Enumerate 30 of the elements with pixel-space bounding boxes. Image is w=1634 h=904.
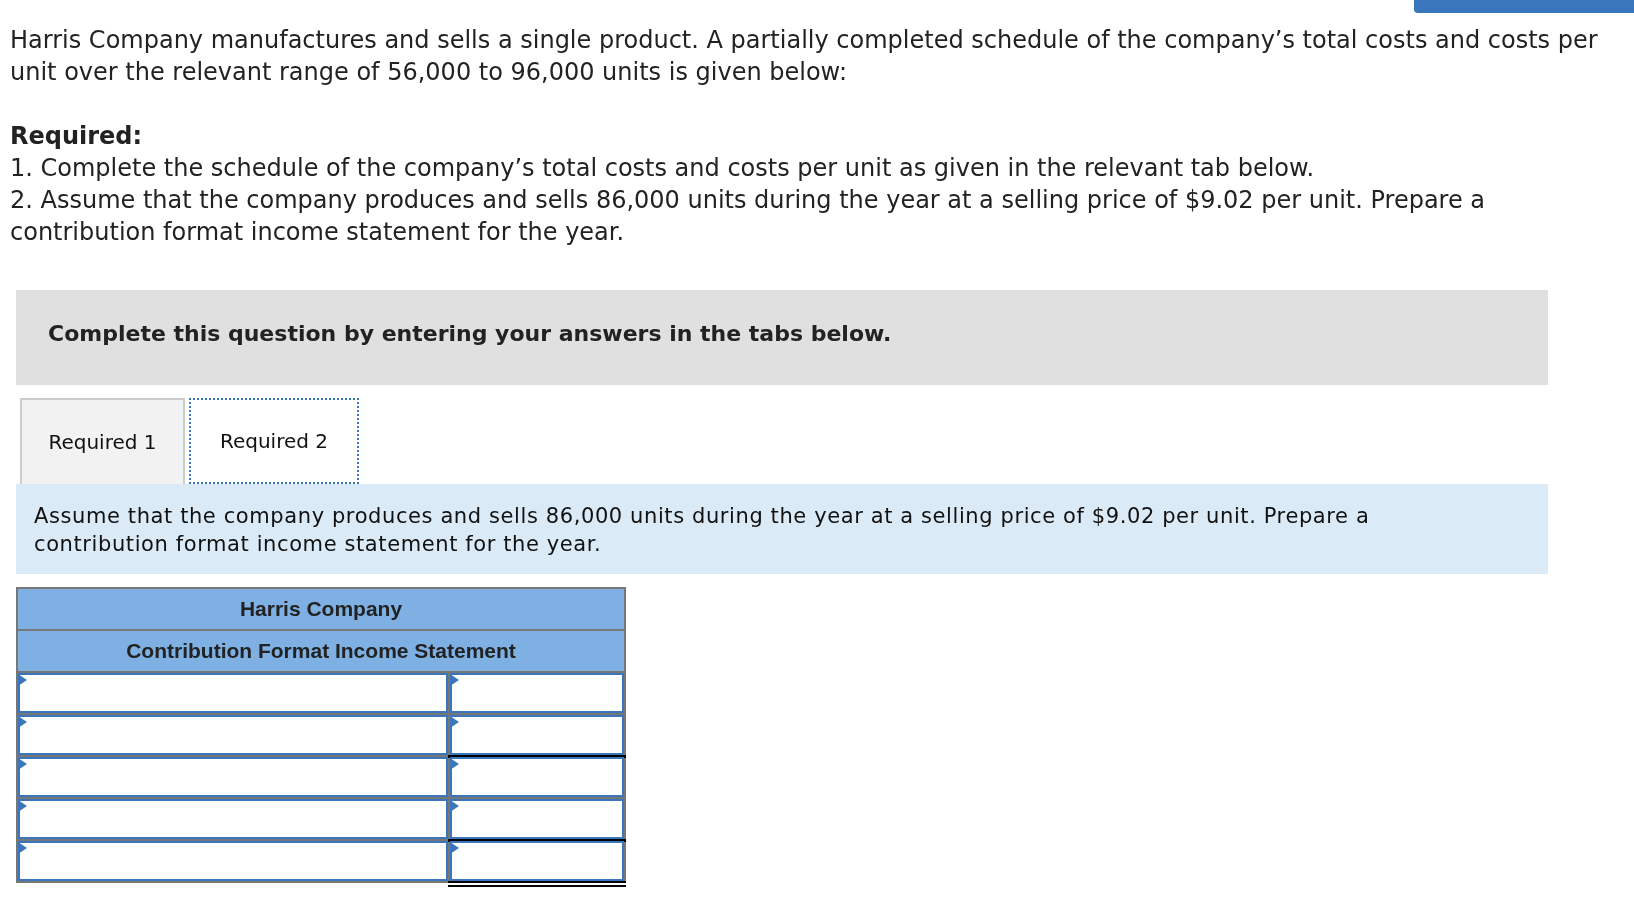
amount-input-field[interactable]	[450, 673, 624, 713]
instruction-panel: Complete this question by entering your answers in the tabs below.	[16, 290, 1548, 385]
label-input-field[interactable]	[18, 757, 448, 797]
amount-input-field[interactable]	[450, 757, 624, 797]
tab[interactable]: Required 2	[189, 398, 359, 484]
label-input-field[interactable]	[18, 841, 448, 881]
triangle-marker-icon	[450, 716, 459, 728]
triangle-marker-icon	[18, 758, 27, 770]
statement-title: Contribution Format Income Statement	[17, 630, 625, 672]
required-heading: Required:	[10, 121, 144, 152]
triangle-marker-icon	[18, 842, 27, 854]
amount-input-field[interactable]	[450, 799, 624, 839]
triangle-marker-icon	[450, 758, 459, 770]
problem-text: Harris Company manufactures and sells a single product. A partially completed schedule of the company’s total costs and costs per unit over the relevant range of 56,000 to 96,000 units is given below:	[10, 25, 1599, 88]
company-title: Harris Company	[17, 588, 625, 630]
triangle-marker-icon	[18, 674, 27, 686]
label-input-field[interactable]	[18, 673, 448, 713]
tab-prompt: Assume that the company produces and sells 86,000 units during the year at a selling price of $9.02 per unit. Prepare a contribution format income statement for the year.	[16, 484, 1548, 574]
tab[interactable]: Required 1	[20, 398, 185, 484]
requirement-text: 2. Assume that the company produces and sells 86,000 units during the year at a selling price of $9.02 per unit. Prepare a contribution format income statement for the year.	[10, 185, 1487, 248]
label-input-field[interactable]	[18, 799, 448, 839]
amount-input-field[interactable]	[450, 715, 624, 755]
triangle-marker-icon	[450, 674, 459, 686]
label-input-field[interactable]	[18, 715, 448, 755]
triangle-marker-icon	[450, 800, 459, 812]
triangle-marker-icon	[18, 800, 27, 812]
amount-input-field[interactable]	[450, 841, 624, 881]
triangle-marker-icon	[18, 716, 27, 728]
requirement-text: 1. Complete the schedule of the company’s total costs and costs per unit as given in the relevant tab below.	[10, 153, 1316, 184]
triangle-marker-icon	[450, 842, 459, 854]
